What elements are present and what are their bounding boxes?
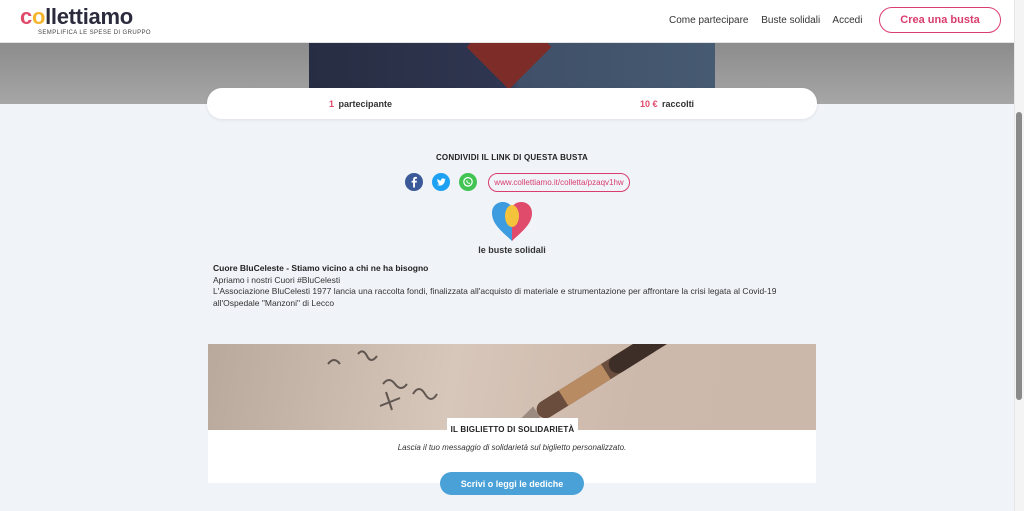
- campaign-line-2: L'Associazione BluCelesti 1977 lancia un…: [213, 286, 777, 308]
- main-nav: Come partecipare Buste solidali Accedi: [669, 15, 872, 26]
- card-subtitle: Lascia il tuo messaggio di solidarietà s…: [397, 443, 627, 452]
- whatsapp-icon[interactable]: [459, 173, 477, 191]
- scrollbar-thumb[interactable]: [1016, 112, 1022, 400]
- crea-busta-button[interactable]: Crea una busta: [879, 7, 1001, 33]
- nav-buste-solidali[interactable]: Buste solidali: [761, 15, 820, 26]
- raised-amount: 10 €: [640, 99, 658, 109]
- share-link-pill[interactable]: www.collettiamo.it/colletta/pzaqv1hw: [488, 173, 630, 192]
- campaign-line-1: Apriamo i nostri Cuori #BluCelesti: [213, 274, 341, 285]
- raised-stat: 10 € raccolti: [640, 99, 694, 109]
- card-label: IL BIGLIETTO DI SOLIDARIETÀ: [447, 418, 578, 440]
- stats-card: 1 partecipante 10 € raccolti: [207, 88, 817, 119]
- collettiamo-logo[interactable]: collettiamo SEMPLIFICA LE SPESE DI GRUPP…: [20, 4, 151, 37]
- facebook-icon[interactable]: [405, 173, 423, 191]
- share-title: CONDIVIDI IL LINK DI QUESTA BUSTA: [435, 153, 589, 162]
- hero-heart-shape: [466, 43, 552, 90]
- top-header: collettiamo SEMPLIFICA LE SPESE DI GRUPP…: [0, 0, 1014, 43]
- buste-solidali-label: le buste solidali: [478, 245, 546, 255]
- twitter-icon[interactable]: [432, 173, 450, 191]
- heart-logo-icon: [492, 202, 532, 241]
- logo-tagline: SEMPLIFICA LE SPESE DI GRUPPO: [38, 30, 151, 36]
- logo-wordmark: collettiamo: [20, 4, 133, 29]
- participants-count: 1: [329, 99, 335, 109]
- nav-come-partecipare[interactable]: Come partecipare: [669, 15, 748, 26]
- participants-label: partecipante: [338, 99, 393, 109]
- nav-accedi[interactable]: Accedi: [832, 15, 862, 26]
- campaign-description: Cuore BluCeleste - Stiamo vicino a chi n…: [213, 263, 813, 309]
- scrivi-dediche-button[interactable]: Scrivi o leggi le dediche: [440, 472, 584, 495]
- participants-stat: 1 partecipante: [329, 99, 392, 109]
- raised-label: raccolti: [662, 99, 695, 109]
- campaign-title: Cuore BluCeleste - Stiamo vicino a chi n…: [213, 263, 429, 273]
